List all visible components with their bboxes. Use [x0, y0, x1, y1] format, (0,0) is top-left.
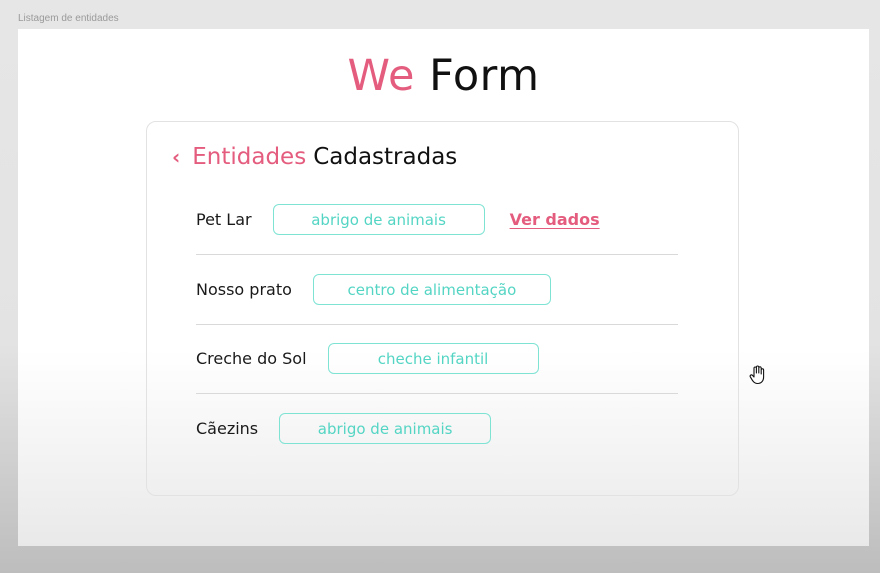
- card-header: ‹ Entidades Cadastradas: [172, 144, 457, 170]
- card-title-accent: Entidades: [192, 144, 307, 170]
- entity-category-tag: abrigo de animais: [272, 204, 485, 235]
- entity-name: Creche do Sol: [196, 349, 307, 368]
- see-data-link[interactable]: Ver dados: [510, 210, 600, 229]
- entity-name: Pet Lar: [196, 210, 252, 229]
- entity-name: Cãezins: [196, 419, 259, 438]
- app-canvas: We Form ‹ Entidades Cadastradas Pet Lar …: [18, 29, 869, 546]
- entity-category-tag: centro de alimentação: [312, 274, 551, 305]
- entity-row: Creche do Sol cheche infantil: [196, 324, 678, 394]
- chevron-left-icon[interactable]: ‹: [172, 147, 180, 167]
- entity-row: Cãezins abrigo de animais: [196, 394, 678, 463]
- entity-category-tag: abrigo de animais: [279, 413, 492, 444]
- brand-logo-form: Form: [429, 51, 540, 101]
- brand-logo: We Form: [18, 51, 869, 101]
- entity-row: Nosso prato centro de alimentação: [196, 255, 678, 325]
- hand-cursor-icon: [749, 365, 765, 385]
- card-title-rest: Cadastradas: [313, 144, 458, 170]
- entity-row: Pet Lar abrigo de animais Ver dados: [196, 185, 678, 255]
- brand-logo-we: We: [347, 51, 415, 101]
- entity-name: Nosso prato: [196, 280, 292, 299]
- frame-label: Listagem de entidades: [18, 13, 119, 24]
- entity-category-tag: cheche infantil: [327, 343, 539, 374]
- entities-card: ‹ Entidades Cadastradas Pet Lar abrigo d…: [146, 121, 739, 496]
